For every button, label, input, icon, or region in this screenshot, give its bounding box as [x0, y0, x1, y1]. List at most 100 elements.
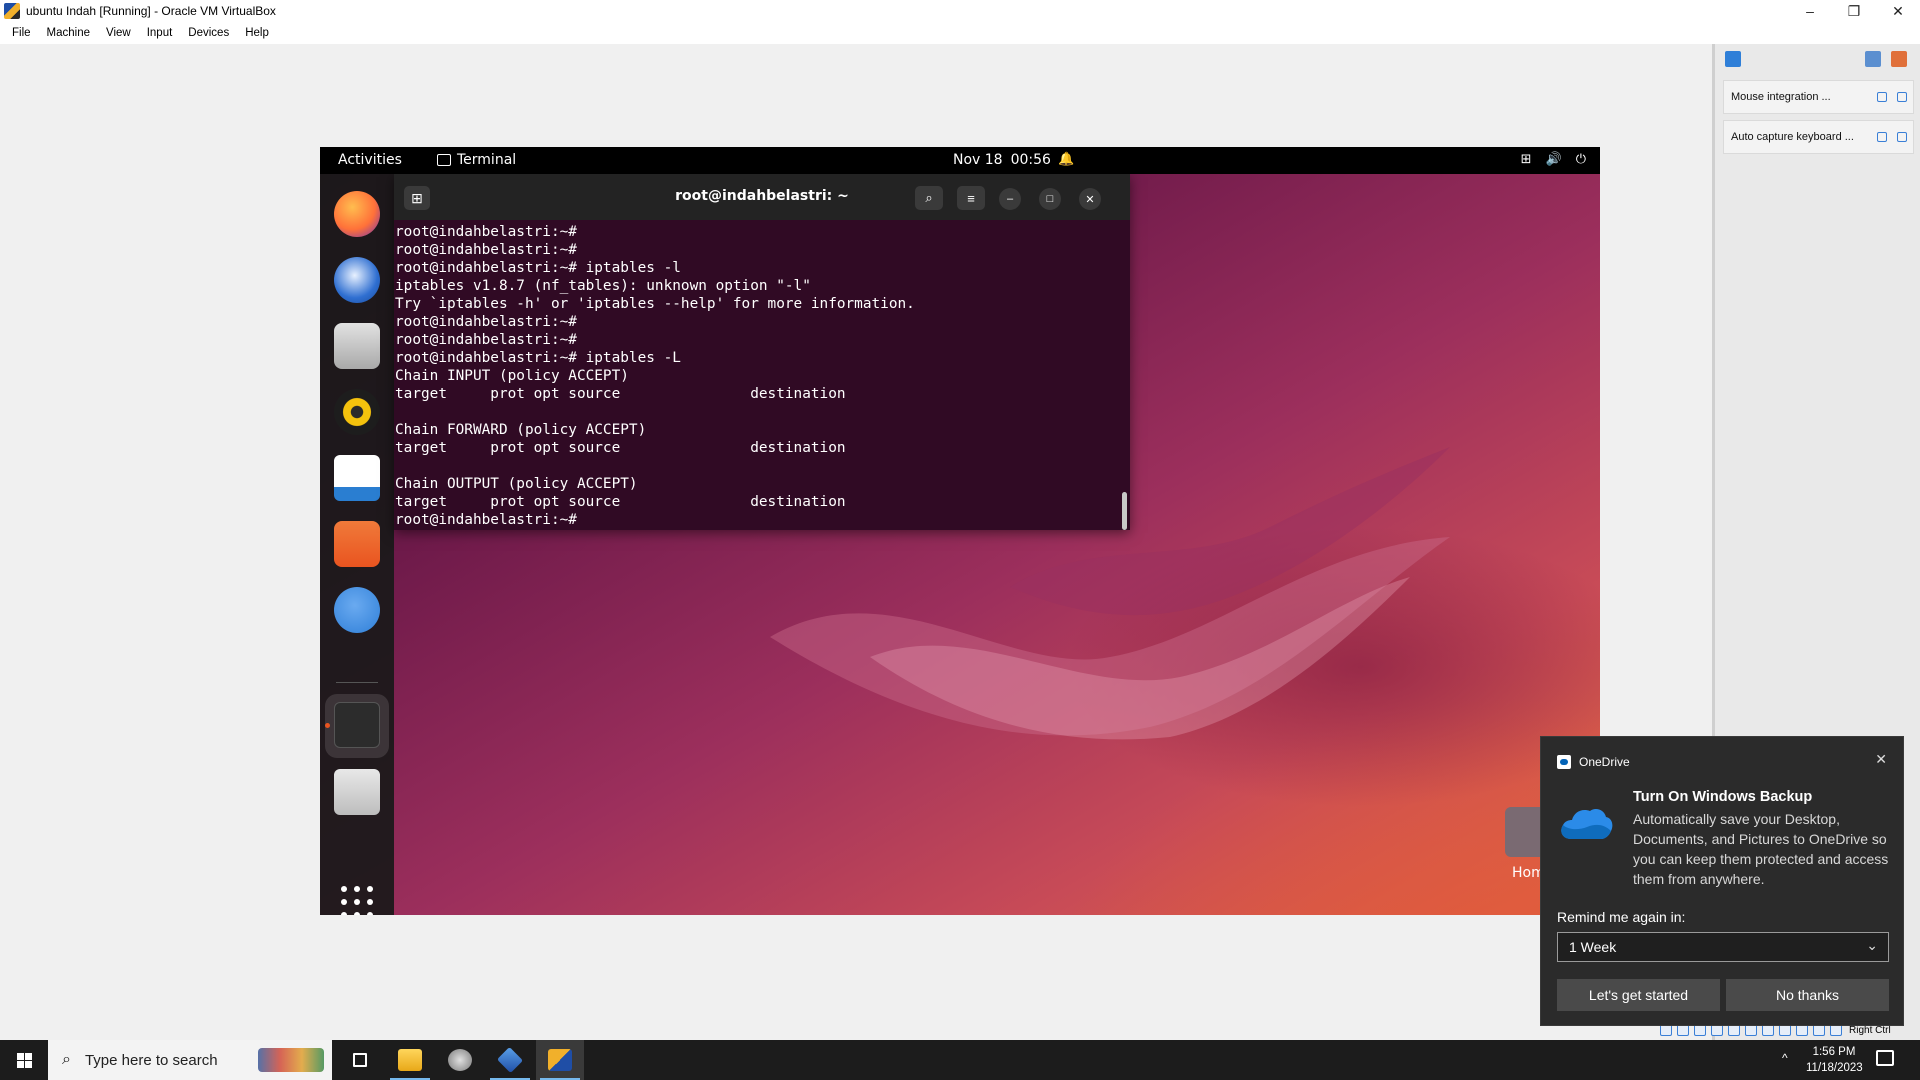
app-menu[interactable]: Terminal [437, 152, 516, 168]
host-key-label: Right Ctrl [1849, 1024, 1891, 1036]
windows-taskbar: ⌕ Type here to search ^ 1:56 PM 11/18/20… [0, 1040, 1920, 1080]
notification-auto-capture[interactable]: Auto capture keyboard ... [1723, 120, 1914, 154]
ubuntu-software-icon[interactable] [334, 521, 380, 567]
menu-file[interactable]: File [4, 27, 39, 39]
toast-app-name: OneDrive [1579, 755, 1630, 769]
chevron-down-icon: ⌄ [1866, 937, 1878, 953]
start-button[interactable] [0, 1040, 48, 1080]
clock-date: Nov 18 [953, 152, 1003, 168]
toggle-sticky-icon[interactable] [1865, 51, 1881, 67]
menu-devices[interactable]: Devices [180, 27, 237, 39]
terminal-line: target prot opt source destination [395, 494, 846, 510]
window-title: ubuntu Indah [Running] - Oracle VM Virtu… [26, 4, 276, 18]
terminal-line: root@indahbelastri:~# [395, 224, 577, 240]
restore-button[interactable]: ❐ [1832, 0, 1876, 22]
terminal-line: Chain FORWARD (policy ACCEPT) [395, 422, 647, 438]
show-hidden-icons-button[interactable]: ^ [1782, 1051, 1788, 1065]
search-icon: ⌕ [62, 1051, 71, 1068]
app-menu-label: Terminal [457, 152, 517, 168]
menu-help[interactable]: Help [237, 27, 277, 39]
terminal-icon [437, 154, 451, 166]
task-view-button[interactable] [336, 1040, 384, 1080]
remind-label: Remind me again in: [1557, 909, 1686, 925]
app-icon [448, 1049, 472, 1071]
rhythmbox-icon[interactable] [334, 389, 380, 435]
clock-time: 00:56 [1010, 152, 1051, 168]
taskbar-search-box[interactable]: ⌕ Type here to search [48, 1040, 332, 1080]
onedrive-toast: OneDrive ✕ Turn On Windows Backup Automa… [1540, 736, 1904, 1026]
terminal-dock-icon[interactable] [334, 702, 380, 748]
help-icon[interactable] [334, 587, 380, 633]
clear-notifications-icon[interactable] [1891, 51, 1907, 67]
info-icon[interactable] [1877, 132, 1887, 142]
toast-title: Turn On Windows Backup [1633, 789, 1813, 805]
bell-icon[interactable]: 🔔 [1058, 152, 1074, 167]
terminal-scrollbar[interactable] [1122, 492, 1127, 530]
system-tray[interactable]: ⊞ 🔊 ⏻ [1521, 152, 1586, 167]
terminal-line: iptables v1.8.7 (nf_tables): unknown opt… [395, 278, 811, 294]
toast-message: Automatically save your Desktop, Documen… [1633, 811, 1889, 887]
file-explorer-taskbar-button[interactable] [386, 1040, 434, 1080]
menu-machine[interactable]: Machine [39, 27, 98, 39]
terminal-line: root@indahbelastri:~# [395, 332, 577, 348]
close-button[interactable]: ✕ [1876, 0, 1920, 22]
activities-button[interactable]: Activities [338, 152, 402, 168]
volume-icon: 🔊 [1545, 152, 1562, 167]
notification-mouse-integration[interactable]: Mouse integration ... [1723, 80, 1914, 114]
notification-center-icon[interactable] [1725, 51, 1741, 67]
search-placeholder: Type here to search [84, 1051, 218, 1069]
menu-input[interactable]: Input [139, 27, 181, 39]
hamburger-menu-button[interactable]: ≡ [957, 186, 985, 210]
app-taskbar-button[interactable] [436, 1040, 484, 1080]
toast-header: OneDrive [1557, 755, 1630, 769]
dismiss-icon[interactable] [1897, 92, 1907, 102]
files-icon[interactable] [334, 323, 380, 369]
terminal-headerbar[interactable]: ⊞ root@indahbelastri: ~ ⌕ ≡ – □ ✕ [394, 174, 1130, 220]
taskbar-time: 1:56 PM [1812, 1046, 1856, 1058]
maximize-window-button[interactable]: □ [1039, 188, 1061, 210]
virtualbox-manager-taskbar-button[interactable] [486, 1040, 534, 1080]
vm-window-taskbar-button[interactable] [536, 1040, 584, 1080]
trash-icon[interactable] [334, 769, 380, 815]
close-window-button[interactable]: ✕ [1079, 188, 1101, 210]
dismiss-icon[interactable] [1897, 132, 1907, 142]
ubuntu-dock [320, 174, 394, 915]
minimize-button[interactable]: – [1788, 0, 1832, 22]
taskbar-date: 11/18/2023 [1806, 1062, 1863, 1074]
no-thanks-button[interactable]: No thanks [1726, 979, 1889, 1011]
network-icon: ⊞ [1520, 152, 1532, 167]
windows-logo-icon [16, 1052, 32, 1068]
search-button[interactable]: ⌕ [915, 186, 943, 210]
toast-close-button[interactable]: ✕ [1875, 751, 1887, 768]
show-applications-icon[interactable] [341, 886, 373, 915]
virtualbox-icon [496, 1046, 524, 1074]
menu-view[interactable]: View [98, 27, 139, 39]
minimize-window-button[interactable]: – [999, 188, 1021, 210]
menu-bar: File Machine View Input Devices Help [0, 22, 1920, 44]
terminal-line: target prot opt source destination [395, 386, 846, 402]
gnome-top-bar: Activities Terminal Nov 18 00:56 🔔 ⊞ 🔊 ⏻ [320, 147, 1600, 174]
terminal-line: root@indahbelastri:~# iptables -l [395, 260, 681, 276]
thunderbird-icon[interactable] [334, 257, 380, 303]
window-controls: – ❐ ✕ [1788, 0, 1920, 22]
ubuntu-guest-screen[interactable]: Activities Terminal Nov 18 00:56 🔔 ⊞ 🔊 ⏻ [320, 147, 1600, 915]
action-center-icon[interactable] [1876, 1050, 1894, 1066]
info-icon[interactable] [1877, 92, 1887, 102]
terminal-output[interactable]: root@indahbelastri:~# root@indahbelastri:… [394, 223, 1114, 529]
remind-interval-select[interactable]: 1 Week ⌄ [1557, 932, 1889, 962]
lets-get-started-button[interactable]: Let's get started [1557, 979, 1720, 1011]
terminal-line: Chain INPUT (policy ACCEPT) [395, 368, 629, 384]
firefox-icon[interactable] [334, 191, 380, 237]
libreoffice-writer-icon[interactable] [334, 455, 380, 501]
dock-separator [336, 682, 378, 683]
onedrive-small-icon [1557, 755, 1571, 769]
terminal-line: root@indahbelastri:~# iptables -L [395, 350, 681, 366]
window-titlebar: ubuntu Indah [Running] - Oracle VM Virtu… [0, 0, 1920, 22]
taskbar-clock[interactable]: 1:56 PM 11/18/2023 [1806, 1044, 1863, 1076]
clock-button[interactable]: Nov 18 00:56 [953, 152, 1051, 168]
task-view-icon [353, 1053, 367, 1067]
folder-icon [398, 1049, 422, 1071]
terminal-window[interactable]: ⊞ root@indahbelastri: ~ ⌕ ≡ – □ ✕ root@i… [394, 174, 1130, 530]
